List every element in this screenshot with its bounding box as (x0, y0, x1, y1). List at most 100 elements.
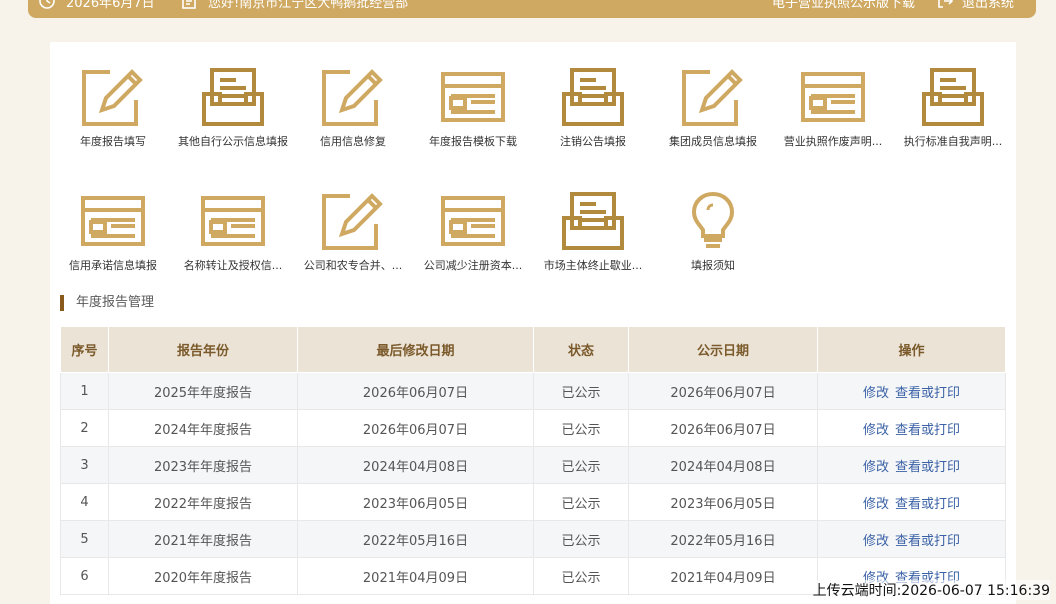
table-cell: 已公示 (533, 483, 629, 521)
table-cell: 2026年06月07日 (628, 409, 818, 447)
menu-item-label: 市场主体终止歇业... (543, 259, 643, 272)
inbox-tray-icon (533, 66, 653, 132)
col-header-publish-date: 公示日期 (628, 326, 818, 373)
table-cell: 2026年06月07日 (297, 372, 534, 410)
pencil-doc-icon (293, 66, 413, 132)
table-cell: 2022年05月16日 (628, 520, 818, 558)
edit-link[interactable]: 修改 (863, 460, 889, 475)
menu-item-label: 年度报告填写 (80, 135, 146, 148)
license-download-link[interactable]: 电子营业执照公示版下载 (772, 0, 915, 11)
menu-item-12[interactable]: 公司减少注册资本... (413, 190, 533, 273)
table-cell: 2026年06月07日 (297, 409, 534, 447)
edit-link[interactable]: 修改 (863, 534, 889, 549)
table-cell: 2026年06月07日 (628, 372, 818, 410)
table-cell: 2022年年度报告 (108, 483, 298, 521)
menu-item-label: 信用信息修复 (320, 135, 386, 148)
menu-item-14[interactable]: 填报须知 (653, 190, 773, 273)
table-cell: 5 (60, 520, 109, 558)
edit-link[interactable]: 修改 (863, 423, 889, 438)
table-cell: 2023年06月05日 (628, 483, 818, 521)
menu-item-label: 执行标准自我声明... (903, 135, 1003, 148)
pencil-doc-icon (293, 190, 413, 256)
col-header-status: 状态 (533, 326, 629, 373)
menu-item-7[interactable]: 营业执照作废声明... (773, 66, 893, 149)
edit-link[interactable]: 修改 (863, 497, 889, 512)
actions-cell: 修改 查看或打印 (817, 520, 1006, 558)
table-cell: 1 (60, 372, 109, 410)
menu-item-label: 名称转让及授权信... (183, 259, 283, 272)
table-cell: 已公示 (533, 557, 629, 595)
table-cell: 2023年06月05日 (297, 483, 534, 521)
inbox-tray-icon (173, 66, 293, 132)
form-window-icon (773, 66, 893, 132)
menu-item-1[interactable]: 年度报告填写 (53, 66, 173, 149)
table-cell: 3 (60, 446, 109, 484)
menu-item-label: 集团成员信息填报 (669, 135, 757, 148)
table-cell: 已公示 (533, 446, 629, 484)
view-print-link[interactable]: 查看或打印 (895, 497, 960, 512)
menu-item-label: 其他自行公示信息填报 (178, 135, 288, 148)
menu-item-4[interactable]: 年度报告模板下载 (413, 66, 533, 149)
table-cell: 2022年05月16日 (297, 520, 534, 558)
table-cell: 2024年年度报告 (108, 409, 298, 447)
table-cell: 已公示 (533, 520, 629, 558)
table-cell: 2021年04月09日 (297, 557, 534, 595)
form-window-icon (413, 190, 533, 256)
table-cell: 4 (60, 483, 109, 521)
menu-item-label: 年度报告模板下载 (429, 135, 517, 148)
actions-cell: 修改 查看或打印 (817, 446, 1006, 484)
view-print-link[interactable]: 查看或打印 (895, 460, 960, 475)
view-print-link[interactable]: 查看或打印 (895, 534, 960, 549)
menu-item-label: 公司减少注册资本... (423, 259, 523, 272)
edit-link[interactable]: 修改 (863, 386, 889, 401)
table-cell: 2021年04月09日 (628, 557, 818, 595)
menu-item-6[interactable]: 集团成员信息填报 (653, 66, 773, 149)
menu-item-8[interactable]: 执行标准自我声明... (893, 66, 1013, 149)
view-print-link[interactable]: 查看或打印 (895, 386, 960, 401)
table-cell: 已公示 (533, 409, 629, 447)
pencil-doc-icon (653, 66, 773, 132)
current-date: 2026年6月7日 (66, 0, 155, 11)
actions-cell: 修改 查看或打印 (817, 409, 1006, 447)
table-cell: 2025年年度报告 (108, 372, 298, 410)
menu-item-5[interactable]: 注销公告填报 (533, 66, 653, 149)
col-header-actions: 操作 (817, 326, 1006, 373)
menu-item-label: 信用承诺信息填报 (69, 259, 157, 272)
pencil-doc-icon (53, 66, 173, 132)
inbox-tray-icon (533, 190, 653, 256)
form-window-icon (413, 66, 533, 132)
menu-item-11[interactable]: 公司和农专合并、... (293, 190, 413, 273)
actions-cell: 修改 查看或打印 (817, 372, 1006, 410)
table-row: 4 2022年年度报告 2023年06月05日 已公示 2023年06月05日 修改 查看或… (60, 483, 1006, 521)
table-header-row: 序号 报告年份 最后修改日期 状态 公示日期 操作 (60, 326, 1006, 373)
menu-item-label: 填报须知 (691, 259, 735, 272)
menu-item-label: 公司和农专合并、... (303, 259, 403, 272)
section-title: 年度报告管理 (60, 295, 154, 311)
upload-timestamp: 上传云端时间:2026-06-07 15:16:39 (812, 580, 1050, 600)
top-bar: 2026年6月7日 您好!南京市江宁区大鸭鹅批经营部 电子营业执照公示版下载 退… (28, 0, 1036, 18)
table-cell: 2021年年度报告 (108, 520, 298, 558)
table-cell: 2020年年度报告 (108, 557, 298, 595)
table-row: 1 2025年年度报告 2026年06月07日 已公示 2026年06月07日 修改 查看或… (60, 372, 1006, 410)
clock-icon (38, 0, 56, 14)
menu-item-13[interactable]: 市场主体终止歇业... (533, 190, 653, 273)
logout-icon[interactable] (936, 0, 954, 14)
table-cell: 2023年年度报告 (108, 446, 298, 484)
menu-item-2[interactable]: 其他自行公示信息填报 (173, 66, 293, 149)
logout-link[interactable]: 退出系统 (962, 0, 1014, 11)
table-row: 3 2023年年度报告 2024年04月08日 已公示 2024年04月08日 修改 查看或… (60, 446, 1006, 484)
col-header-modified: 最后修改日期 (297, 326, 534, 373)
view-print-link[interactable]: 查看或打印 (895, 423, 960, 438)
annual-report-table: 序号 报告年份 最后修改日期 状态 公示日期 操作 1 2025年年度报告 2026… (60, 326, 1006, 595)
menu-item-10[interactable]: 名称转让及授权信... (173, 190, 293, 273)
table-cell: 2024年04月08日 (628, 446, 818, 484)
table-row: 2 2024年年度报告 2026年06月07日 已公示 2026年06月07日 修改 查看或… (60, 409, 1006, 447)
lightbulb-icon (653, 190, 773, 256)
actions-cell: 修改 查看或打印 (817, 483, 1006, 521)
menu-item-9[interactable]: 信用承诺信息填报 (53, 190, 173, 273)
greeting-text: 您好!南京市江宁区大鸭鹅批经营部 (208, 0, 409, 11)
menu-item-label: 注销公告填报 (560, 135, 626, 148)
form-window-icon (173, 190, 293, 256)
menu-item-3[interactable]: 信用信息修复 (293, 66, 413, 149)
inbox-tray-icon (893, 66, 1013, 132)
